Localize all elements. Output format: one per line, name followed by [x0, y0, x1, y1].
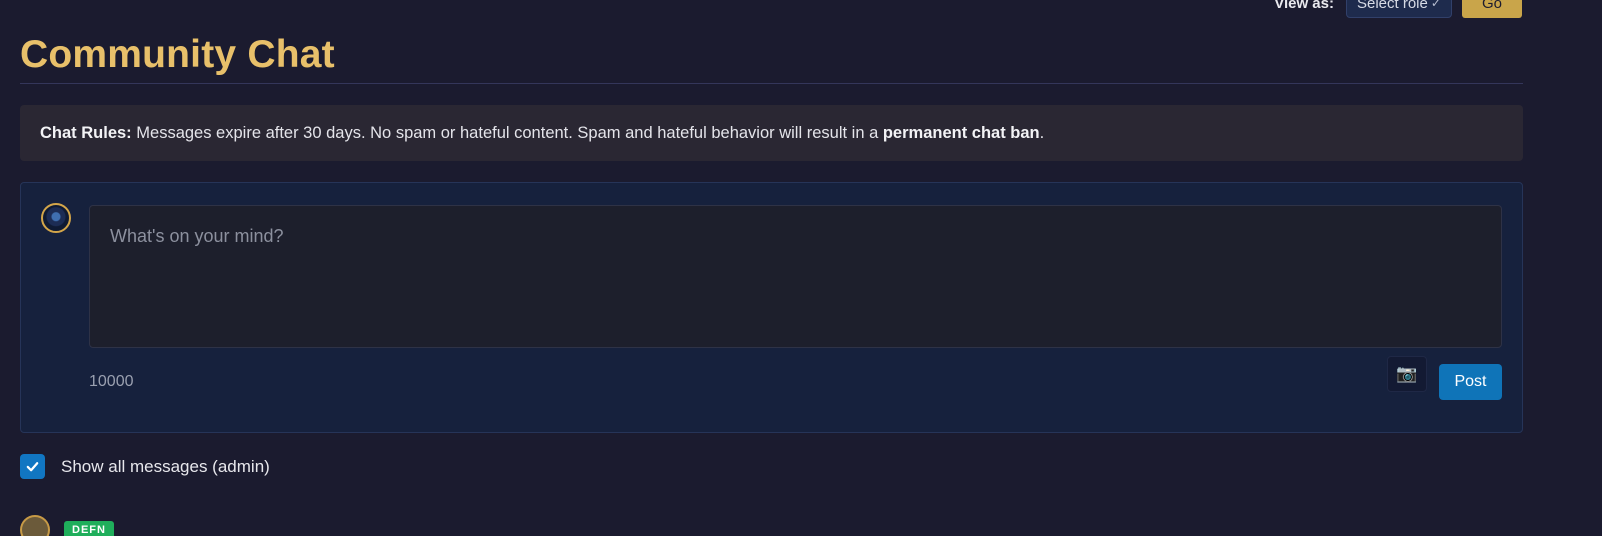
role-badge: DEFN [64, 521, 114, 536]
post-composer: What's on your mind? 10000 📷 Post [20, 182, 1523, 433]
go-button[interactable]: Go [1461, 0, 1522, 18]
message-preview: DEFN [20, 515, 114, 536]
role-select-value: Select role [1356, 0, 1428, 12]
post-button[interactable]: Post [1439, 364, 1502, 400]
chat-rules-emphasis: permanent chat ban [882, 123, 1040, 142]
page-title: Community Chat [20, 33, 335, 76]
chat-page: View as: Select role ✓ Go Community Chat… [0, 0, 1602, 536]
title-divider [20, 83, 1523, 84]
chat-rules-banner: Chat Rules: Messages expire after 30 day… [20, 105, 1523, 161]
show-all-toggle[interactable]: Show all messages (admin) [20, 454, 270, 479]
show-all-checkbox[interactable] [20, 454, 45, 479]
show-all-label: Show all messages (admin) [61, 456, 270, 476]
attach-image-button[interactable]: 📷 [1387, 356, 1427, 392]
view-as-label: View as: [1274, 0, 1334, 12]
avatar [41, 203, 71, 233]
message-input[interactable]: What's on your mind? [89, 205, 1502, 348]
checkmark-icon [26, 462, 39, 472]
chat-rules-end: . [1039, 123, 1045, 142]
char-count: 10000 [89, 373, 134, 390]
view-as-bar: View as: Select role ✓ Go [1274, 0, 1522, 18]
chat-rules-heading: Chat Rules: [40, 123, 132, 142]
camera-icon: 📷 [1396, 364, 1418, 383]
message-avatar [20, 515, 50, 536]
role-select[interactable]: Select role ✓ [1345, 0, 1452, 18]
chevron-down-icon: ✓ [1430, 0, 1441, 10]
chat-rules-text: Messages expire after 30 days. No spam o… [131, 123, 883, 142]
